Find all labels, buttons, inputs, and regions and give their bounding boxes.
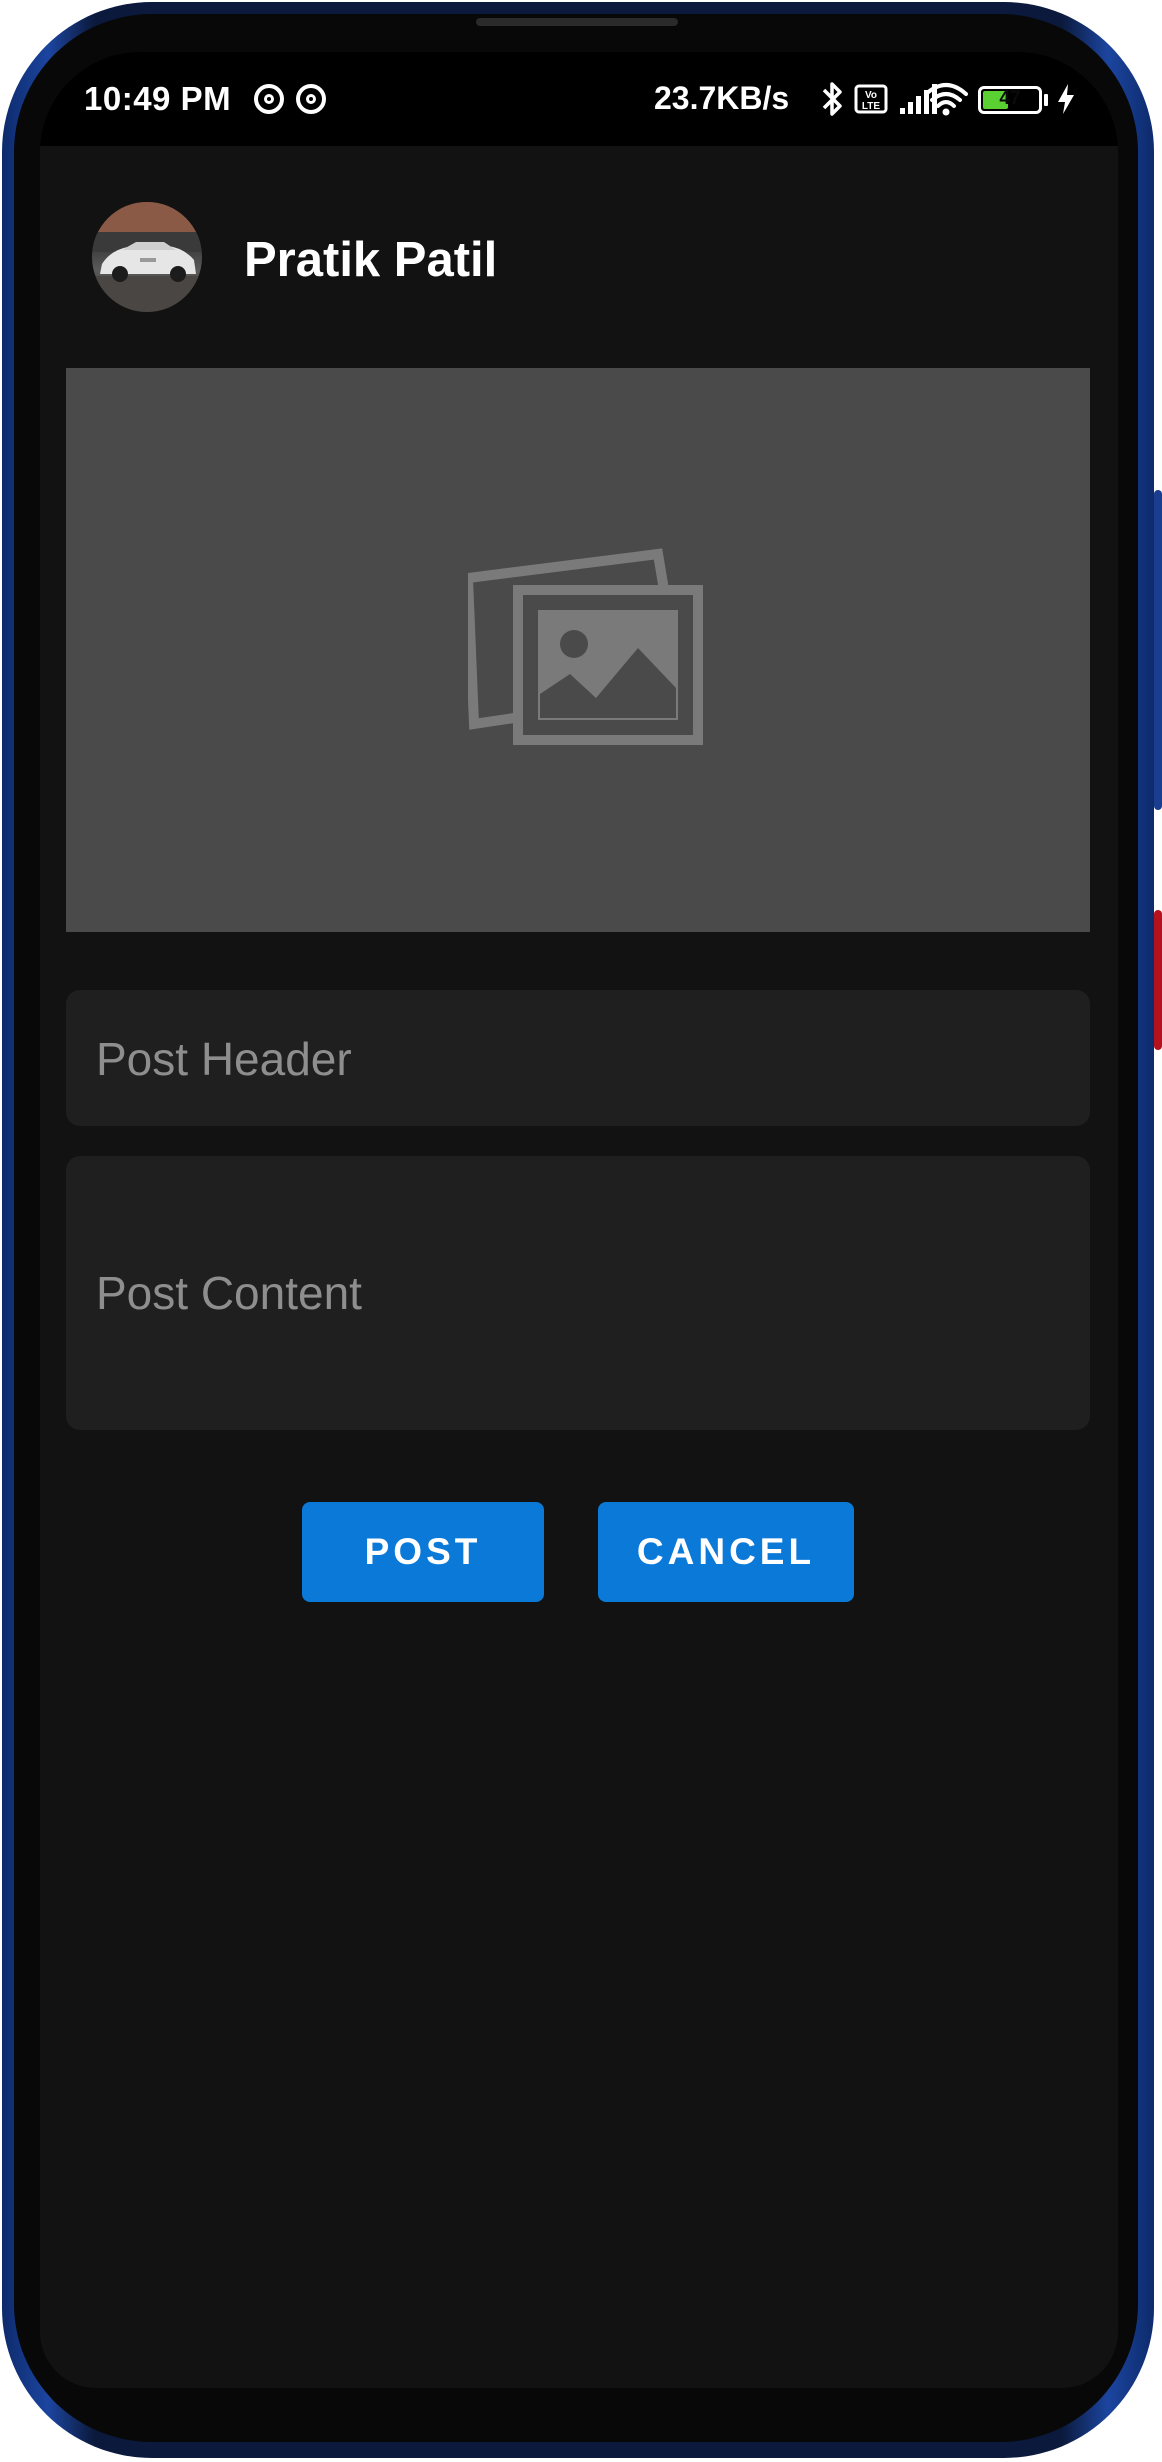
bluetooth-icon (822, 82, 842, 116)
phone-frame: 10:49 PM 23.7KB/s Vo LTE 47 Pratik Patil… (0, 0, 1162, 2462)
svg-text:LTE: LTE (862, 101, 880, 112)
image-gallery-icon (468, 548, 703, 745)
status-time: 10:49 PM (84, 80, 232, 117)
svg-text:Vo: Vo (865, 90, 877, 101)
app-screen: 10:49 PM 23.7KB/s Vo LTE 47 Pratik Patil… (40, 52, 1118, 2388)
image-picker[interactable] (66, 368, 1090, 932)
battery-icon: 47 (978, 86, 1042, 114)
notification-ring-icon (296, 84, 326, 114)
post-content-placeholder: Post Content (96, 1267, 362, 1319)
volume-button (1154, 490, 1162, 810)
post-button[interactable]: POST (302, 1502, 544, 1602)
earpiece-speaker (476, 18, 678, 26)
charging-icon (1058, 84, 1074, 114)
volte-icon: Vo LTE (854, 84, 888, 114)
cancel-button[interactable]: CANCEL (598, 1502, 854, 1602)
wifi-icon (924, 83, 968, 116)
car-photo (92, 202, 202, 312)
notification-ring-icon (254, 84, 284, 114)
profile-name: Pratik Patil (244, 233, 498, 287)
power-button (1154, 910, 1162, 1050)
post-content-field[interactable]: Post Content (66, 1156, 1090, 1430)
post-header-field[interactable]: Post Header (66, 990, 1090, 1126)
battery-level: 47 (999, 88, 1021, 109)
avatar[interactable] (92, 202, 202, 312)
battery-cap (1044, 94, 1048, 106)
status-bar: 10:49 PM 23.7KB/s Vo LTE 47 (40, 52, 1118, 146)
post-header-placeholder: Post Header (96, 1033, 352, 1085)
network-speed: 23.7KB/s (654, 80, 790, 116)
